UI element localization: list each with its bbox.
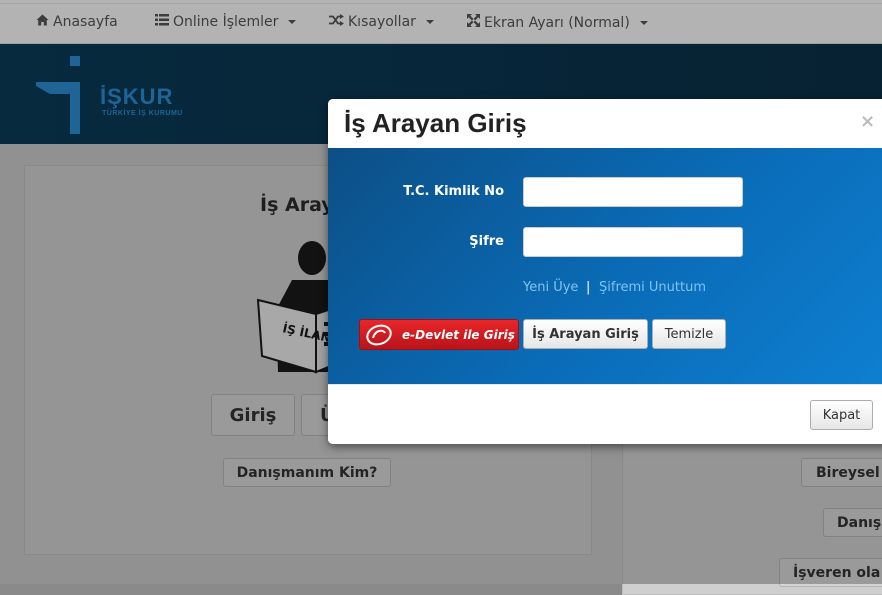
modal-header: İş Arayan Giriş × <box>328 99 882 149</box>
job-seeker-login-button[interactable]: İş Arayan Giriş <box>523 319 648 349</box>
password-input[interactable] <box>523 227 743 257</box>
edevlet-label: e-Devlet ile Giriş <box>402 327 515 342</box>
password-label: Şifre <box>469 234 504 249</box>
modal-body: T.C. Kimlik No Şifre Yeni Üye | Şifremi … <box>328 148 882 384</box>
modal-title: İş Arayan Giriş <box>344 108 527 138</box>
new-member-link[interactable]: Yeni Üye <box>523 280 578 295</box>
link-separator: | <box>586 280 591 295</box>
forgot-password-link[interactable]: Şifremi Unuttum <box>599 280 706 295</box>
close-modal-button[interactable]: Kapat <box>810 400 873 430</box>
modal-footer: Kapat <box>328 384 882 444</box>
edevlet-login-button[interactable]: e-Devlet ile Giriş <box>359 319 519 350</box>
edevlet-logo-icon <box>366 324 392 345</box>
clear-button[interactable]: Temizle <box>652 319 726 349</box>
login-modal: İş Arayan Giriş × T.C. Kimlik No Şifre Y… <box>328 99 882 444</box>
close-icon[interactable]: × <box>860 111 875 132</box>
tc-label: T.C. Kimlik No <box>403 184 504 199</box>
tc-kimlik-input[interactable] <box>523 177 743 207</box>
